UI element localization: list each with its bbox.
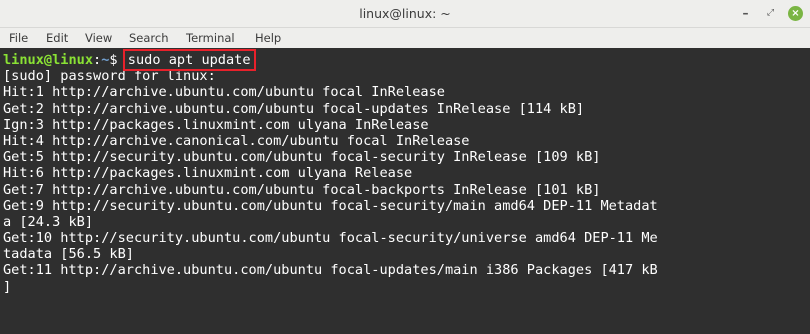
close-icon[interactable]: × xyxy=(788,6,803,21)
prompt-user-host: linux@linux xyxy=(3,52,94,68)
output-line: Get:7 http://archive.ubuntu.com/ubuntu f… xyxy=(3,181,601,198)
prompt-symbol: $ xyxy=(109,52,126,68)
menu-file[interactable]: File xyxy=(9,28,28,48)
highlighted-command: sudo apt update xyxy=(122,49,256,71)
menu-help[interactable]: Help xyxy=(255,28,281,48)
output-line: Hit:6 http://packages.linuxmint.com ulya… xyxy=(3,165,413,182)
title-bar[interactable]: linux@linux: ~ – ⤢ × xyxy=(0,0,810,28)
output-line: Get:11 http://archive.ubuntu.com/ubuntu … xyxy=(3,262,658,279)
output-line: Ign:3 http://packages.linuxmint.com ulya… xyxy=(3,116,429,133)
output-line: Get:10 http://security.ubuntu.com/ubuntu… xyxy=(3,230,658,247)
window-title: linux@linux: ~ xyxy=(359,6,451,21)
prompt-separator: : xyxy=(93,52,102,68)
terminal-output-area[interactable]: linux@linux:~$ sudo apt update [sudo] pa… xyxy=(0,48,810,334)
prompt-line: linux@linux:~$ sudo apt update xyxy=(3,49,810,71)
output-line: ] xyxy=(3,278,12,295)
output-line: [sudo] password for linux: xyxy=(3,68,216,85)
output-line: Get:5 http://security.ubuntu.com/ubuntu … xyxy=(3,149,601,166)
output-line: Hit:4 http://archive.canonical.com/ubunt… xyxy=(3,132,470,149)
output-line: tadata [56.5 kB] xyxy=(3,246,134,263)
menu-search[interactable]: Search xyxy=(129,28,169,48)
output-line: a [24.3 kB] xyxy=(3,213,94,230)
menu-view[interactable]: View xyxy=(85,28,112,48)
menu-bar: File Edit View Search Terminal Help xyxy=(0,28,810,48)
menu-edit[interactable]: Edit xyxy=(46,28,68,48)
output-line: Get:9 http://security.ubuntu.com/ubuntu … xyxy=(3,197,658,214)
minimize-icon[interactable]: – xyxy=(738,6,753,21)
output-line: Get:2 http://archive.ubuntu.com/ubuntu f… xyxy=(3,100,585,117)
menu-terminal[interactable]: Terminal xyxy=(186,28,235,48)
maximize-icon[interactable]: ⤢ xyxy=(763,6,778,21)
output-line: Hit:1 http://archive.ubuntu.com/ubuntu f… xyxy=(3,84,445,101)
terminal-window: linux@linux: ~ – ⤢ × File Edit View Sear… xyxy=(0,0,810,334)
